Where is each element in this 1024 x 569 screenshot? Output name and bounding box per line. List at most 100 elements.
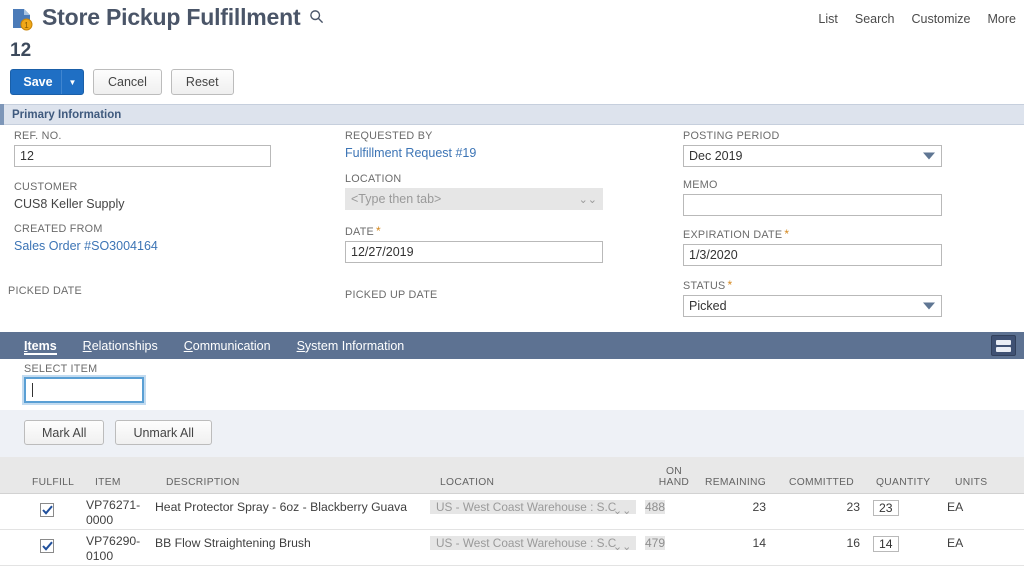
select-item-input[interactable] [24,377,144,403]
magnifier-icon[interactable] [309,9,324,29]
ref-no-label: REF. NO. [14,130,62,142]
tab-system-information[interactable]: System Information [284,332,418,359]
memo-label: MEMO [683,179,718,191]
page-header: 1 Store Pickup Fulfillment List Search C… [0,0,1024,38]
mark-all-button[interactable]: Mark All [24,420,105,445]
row-item-code: VP76290- 0100 [86,534,140,564]
tab-communication-label: ommunication [192,338,271,353]
row-location-double-chevron-icon[interactable]: ⌄⌄ [613,502,631,520]
row-quantity[interactable]: 23 [873,498,899,518]
items-table: FULFILL ITEM DESCRIPTION LOCATION ON HAN… [0,457,1024,566]
cancel-button[interactable]: Cancel [93,69,162,95]
created-from-label: CREATED FROM [14,223,103,235]
unmark-all-button[interactable]: Unmark All [115,420,212,445]
field-posting-period: POSTING PERIOD Dec 2019 [683,130,1013,167]
status-chevron-down-icon[interactable] [923,302,935,310]
posting-period-select[interactable]: Dec 2019 [683,145,942,167]
tab-items-underline [24,353,57,355]
customer-label: CUSTOMER [14,181,78,193]
tab-communication-accel: C [183,338,193,353]
list-view-icon[interactable] [991,335,1016,356]
sublist-tab-bar: Items Relationships Communication System… [0,332,1024,365]
row-quantity-input[interactable]: 14 [873,536,899,552]
column-header-remaining: REMAINING [705,477,767,488]
posting-period-chevron-down-icon[interactable] [923,152,935,160]
field-location: LOCATION <Type then tab> ⌄⌄ [345,173,675,210]
requested-by-link[interactable]: Fulfillment Request #19 [345,145,675,162]
row-location-double-chevron-icon[interactable]: ⌄⌄ [613,538,631,556]
nav-customize[interactable]: Customize [911,12,970,26]
location-placeholder: <Type then tab> [351,192,442,206]
row-on-hand: 479 [645,533,666,553]
row-location[interactable]: US - West Coast Warehouse : S.C ⌄⌄ [430,497,637,520]
row-quantity[interactable]: 14 [873,534,899,554]
select-item-field: SELECT ITEM [24,363,144,403]
document-badge-icon: 1 [10,7,34,31]
date-required-asterisk: * [376,224,381,238]
ref-no-input[interactable]: 12 [14,145,271,167]
column-header-quantity: QUANTITY [876,477,931,488]
primary-information-band: Primary Information [0,104,1024,125]
row-location[interactable]: US - West Coast Warehouse : S.C ⌄⌄ [430,533,637,556]
row-item-code: VP76271- 0000 [86,498,140,528]
field-picked-date: PICKED DATE [8,285,334,297]
memo-input[interactable] [683,194,942,216]
on-hand-line-2: HAND [658,477,690,488]
row-on-hand: 488 [645,497,666,517]
table-row: VP76290- 0100 BB Flow Straightening Brus… [0,530,1024,566]
row-remaining: 23 [752,500,766,514]
created-from-link[interactable]: Sales Order #SO3004164 [14,238,334,255]
picked-date-label: PICKED DATE [8,285,82,297]
tab-relationships-accel: R [82,338,92,353]
table-row: VP76271- 0000 Heat Protector Spray - 6oz… [0,494,1024,530]
nav-search[interactable]: Search [855,12,895,26]
status-select[interactable]: Picked [683,295,942,317]
field-memo: MEMO [683,179,1013,216]
row-units: EA [947,500,964,514]
column-header-item: ITEM [95,477,121,488]
row-on-hand-value: 488 [645,500,666,514]
primary-information-form: REF. NO. 12 CUSTOMER CUS8 Keller Supply … [0,130,1024,325]
row-item-code-line1: VP76290- [86,534,141,548]
customer-value: CUS8 Keller Supply [14,197,125,211]
location-double-chevron-icon[interactable]: ⌄⌄ [579,191,597,209]
date-input[interactable]: 12/27/2019 [345,241,603,263]
form-column-3: POSTING PERIOD Dec 2019 MEMO EXPIRATION … [683,130,1013,326]
row-committed: 23 [846,500,860,514]
expiration-date-label: EXPIRATION DATE * [683,227,1013,241]
save-button[interactable]: Save ▼ [10,69,84,95]
top-navigation: List Search Customize More [818,12,1016,26]
save-dropdown-caret-icon[interactable]: ▼ [61,70,83,94]
nav-list[interactable]: List [818,12,837,26]
field-ref-no: REF. NO. 12 [14,130,334,167]
tab-system-information-label: ystem Information [304,338,405,353]
row-fulfill-checkbox[interactable] [40,503,54,517]
reset-button[interactable]: Reset [170,69,234,95]
items-table-header: FULFILL ITEM DESCRIPTION LOCATION ON HAN… [0,457,1024,494]
status-label: STATUS * [683,278,1013,292]
tab-communication[interactable]: Communication [171,332,284,359]
picked-up-date-label: PICKED UP DATE [345,289,438,301]
requested-by-label: REQUESTED BY [345,130,433,142]
action-button-row: Save ▼ Cancel Reset [10,69,234,95]
status-label-text: STATUS [683,280,726,292]
text-cursor [32,383,33,397]
expiration-date-input[interactable]: 1/3/2020 [683,244,942,266]
tab-items[interactable]: Items [11,332,70,365]
row-quantity-input[interactable]: 23 [873,500,899,516]
date-label-text: DATE [345,226,374,238]
row-on-hand-value: 479 [645,536,666,550]
nav-more[interactable]: More [988,12,1016,26]
column-header-fulfill: FULFILL [32,477,75,488]
svg-text:1: 1 [24,21,29,30]
expiration-date-label-text: EXPIRATION DATE [683,229,783,241]
row-remaining: 14 [752,536,766,550]
location-input[interactable]: <Type then tab> ⌄⌄ [345,188,603,210]
tab-relationships[interactable]: Relationships [70,332,171,359]
row-fulfill-checkbox[interactable] [40,539,54,553]
column-header-on-hand: ON HAND [654,466,694,488]
field-status: STATUS * Picked [683,278,1013,317]
column-header-location: LOCATION [440,477,495,488]
field-requested-by: REQUESTED BY Fulfillment Request #19 [345,130,675,162]
column-header-units: UNITS [955,477,988,488]
